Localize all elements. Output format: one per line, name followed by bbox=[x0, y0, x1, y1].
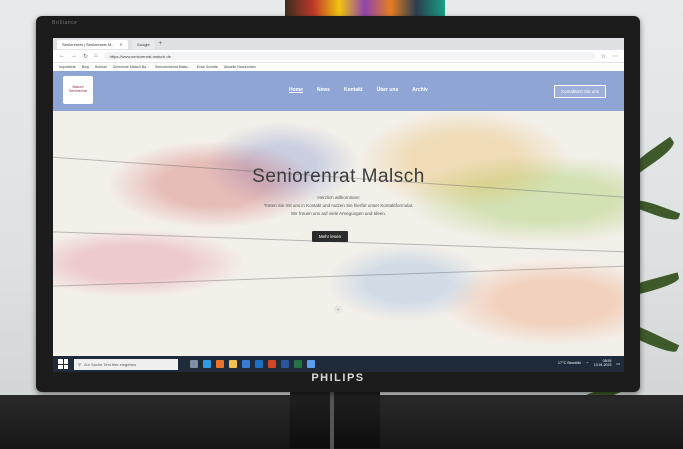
tab-seniorenrat[interactable]: Seniorenrat | Seniorenrat M... ✕ bbox=[57, 39, 128, 49]
system-tray: 17°C Bewölkt ⌃ 08:55 13.01.2023 ▭ bbox=[558, 359, 620, 367]
taskbar: ⚲ Zur Suche Text hier eingeben 17°C Bewö… bbox=[53, 356, 624, 372]
bookmark-item[interactable]: Importierte bbox=[59, 65, 76, 69]
monitor: Brilliance Seniorenrat | Seniorenrat M..… bbox=[36, 16, 640, 392]
close-icon[interactable]: ✕ bbox=[119, 42, 122, 47]
bookmark-item[interactable]: Erste Schritte bbox=[197, 65, 218, 69]
site-nav: Home News Kontakt Über uns Archiv bbox=[289, 87, 428, 93]
reload-icon[interactable]: ↻ bbox=[83, 53, 88, 60]
hero-title: Seniorenrat Malsch bbox=[252, 166, 425, 187]
search-icon: ⚲ bbox=[78, 361, 81, 367]
tab-google[interactable]: Google bbox=[131, 39, 155, 49]
screen: Seniorenrat | Seniorenrat M... ✕ Google … bbox=[53, 38, 624, 372]
network-icon[interactable]: ⌃ bbox=[586, 361, 589, 366]
nav-kontakt[interactable]: Kontakt bbox=[344, 87, 363, 93]
monitor-stand bbox=[290, 388, 380, 448]
firefox-icon[interactable] bbox=[216, 360, 224, 368]
notification-icon[interactable]: ▭ bbox=[616, 361, 620, 366]
site-header: Malsch Seniorenrat Home News Kontakt Übe… bbox=[53, 71, 624, 111]
nav-ueber-uns[interactable]: Über uns bbox=[377, 87, 399, 93]
word-icon[interactable] bbox=[281, 360, 289, 368]
bookmark-item[interactable]: Hotmail bbox=[95, 65, 107, 69]
menu-icon[interactable]: ⋯ bbox=[612, 53, 618, 60]
browser-tab-bar: Seniorenrat | Seniorenrat M... ✕ Google … bbox=[53, 38, 624, 50]
nav-archiv[interactable]: Archiv bbox=[412, 87, 428, 93]
read-more-button[interactable]: Mehr lesen bbox=[312, 231, 348, 242]
store-icon[interactable] bbox=[242, 360, 250, 368]
clock[interactable]: 08:55 13.01.2023 bbox=[594, 359, 612, 367]
hero-section: Seniorenrat Malsch Herzlich willkommen! … bbox=[53, 111, 624, 356]
url-input[interactable]: https://www.seniorenrat-malsch.de bbox=[103, 52, 595, 60]
tab-label: Google bbox=[136, 41, 150, 47]
address-bar: ← → ↻ ⌂ https://www.seniorenrat-malsch.d… bbox=[53, 50, 624, 63]
photos-icon[interactable] bbox=[307, 360, 315, 368]
home-icon[interactable]: ⌂ bbox=[94, 53, 98, 59]
forward-arrow-icon[interactable]: → bbox=[71, 53, 77, 59]
edge-icon[interactable] bbox=[203, 360, 211, 368]
hero-text-line: Treten Sie mit uns in Kontakt und nutzen… bbox=[263, 203, 414, 208]
folder-icon[interactable] bbox=[229, 360, 237, 368]
back-arrow-icon[interactable]: ← bbox=[59, 53, 65, 59]
monitor-brand-logo: PHILIPS bbox=[311, 372, 365, 384]
clock-date: 13.01.2023 bbox=[593, 363, 612, 367]
hero-greeting: Herzlich willkommen! bbox=[317, 195, 360, 200]
plus-icon[interactable]: + bbox=[159, 41, 163, 47]
bookmark-item[interactable]: Aktuelle Nachrichten bbox=[224, 65, 256, 69]
nav-news[interactable]: News bbox=[317, 87, 330, 93]
scroll-down-icon[interactable]: ⌄ bbox=[334, 305, 342, 313]
weather-widget[interactable]: 17°C Bewölkt bbox=[558, 361, 581, 365]
taskbar-search[interactable]: ⚲ Zur Suche Text hier eingeben bbox=[74, 358, 178, 370]
site-logo[interactable]: Malsch Seniorenrat bbox=[63, 76, 93, 104]
bookmark-item[interactable]: Seniorenbeirat Malsc... bbox=[155, 65, 191, 69]
search-placeholder: Zur Suche Text hier eingeben bbox=[83, 361, 137, 367]
contact-button[interactable]: Kontaktiert Sie uns bbox=[554, 85, 606, 98]
excel-icon[interactable] bbox=[294, 360, 302, 368]
cable bbox=[330, 392, 334, 449]
office-icon[interactable] bbox=[268, 360, 276, 368]
hero-text-line: Wir freuen uns auf viele Anregungen und … bbox=[290, 211, 387, 216]
star-icon[interactable]: ☆ bbox=[601, 53, 606, 60]
tab-label: Seniorenrat | Seniorenrat M... bbox=[62, 41, 115, 47]
windows-start-icon[interactable] bbox=[58, 359, 68, 369]
mail-icon[interactable] bbox=[255, 360, 263, 368]
nav-home[interactable]: Home bbox=[289, 87, 303, 93]
taskbar-apps bbox=[190, 360, 315, 368]
bookmark-item[interactable]: Gemeinde Malsch Ba... bbox=[113, 65, 149, 69]
bookmark-item[interactable]: Bing bbox=[82, 65, 89, 69]
task-view-icon[interactable] bbox=[190, 360, 198, 368]
monitor-corner-label: Brilliance bbox=[52, 20, 78, 26]
decor-string bbox=[53, 265, 624, 287]
